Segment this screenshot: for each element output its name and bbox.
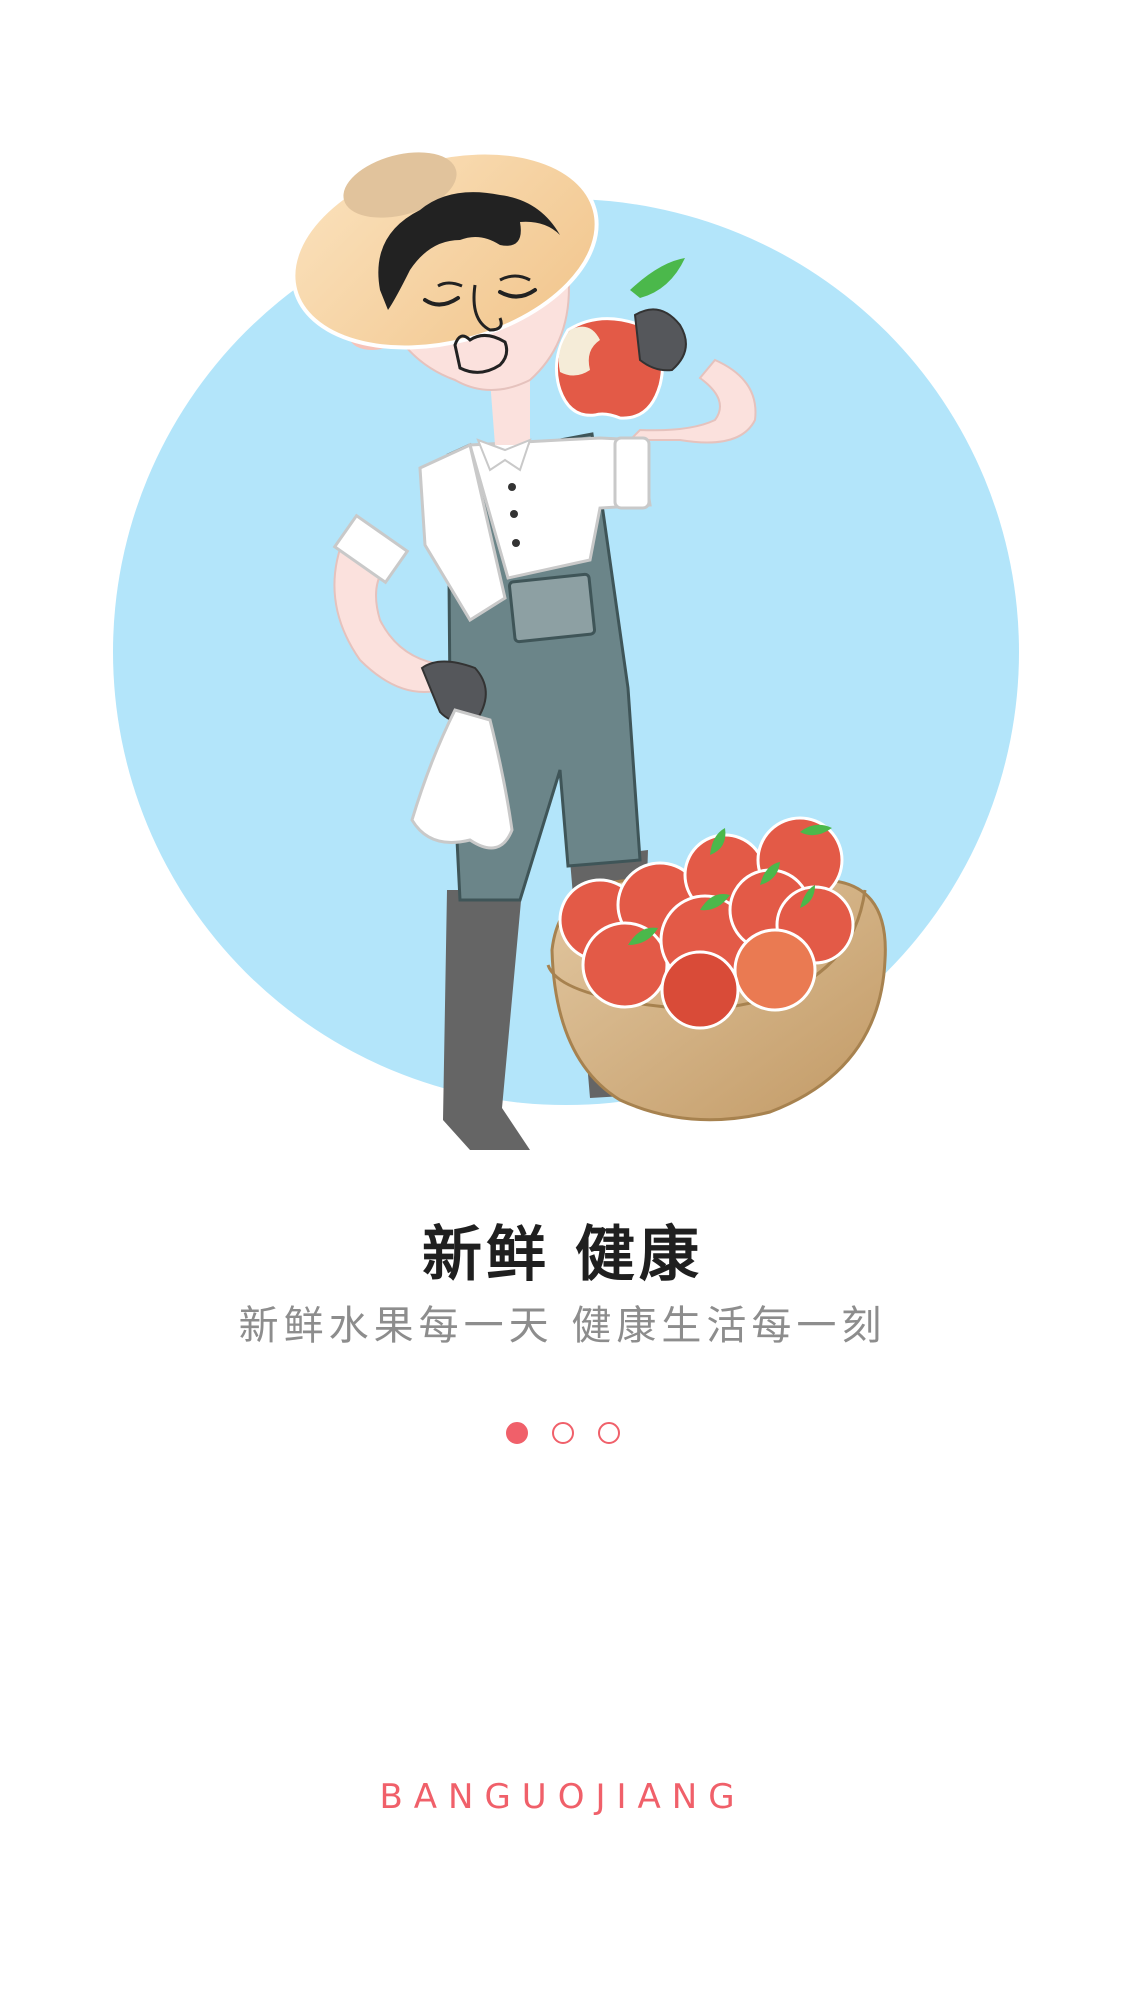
onboarding-subtitle: 新鲜水果每一天 健康生活每一刻 (238, 1303, 887, 1349)
onboarding-title: 新鲜 健康 (422, 1220, 703, 1290)
brand-name: BANGUOJIANG (379, 1777, 746, 1817)
right-cuff (613, 436, 651, 510)
page-dot-3[interactable] (597, 1422, 620, 1444)
farmer-illustration (113, 150, 1019, 1150)
page-dot-2[interactable] (551, 1422, 574, 1444)
onboarding-illustration (0, 0, 1125, 1180)
page-dot-1-active[interactable] (505, 1422, 528, 1444)
page-indicator (0, 1422, 1125, 1446)
overalls-pocket (507, 572, 597, 644)
